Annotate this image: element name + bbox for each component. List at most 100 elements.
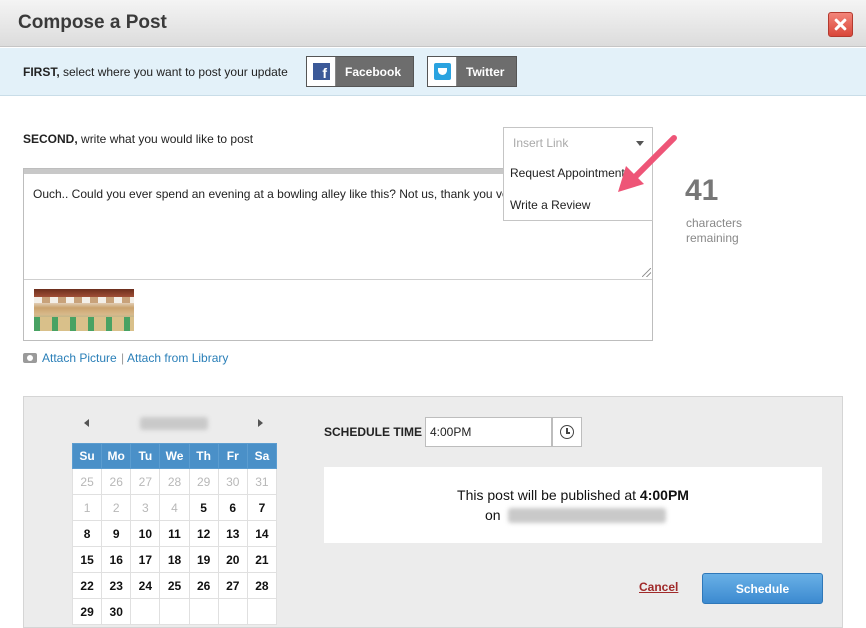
publish-prefix: This post will be published at [457, 487, 640, 503]
calendar-day-cell[interactable]: 12 [188, 520, 219, 547]
second-text: write what you would like to post [77, 132, 254, 146]
calendar-day-cell[interactable]: 28 [159, 468, 190, 495]
calendar-week-row: 1234567 [71, 494, 278, 521]
attach-from-library-link[interactable]: Attach from Library [127, 351, 228, 365]
publish-summary: This post will be published at 4:00PM on [324, 467, 822, 543]
calendar-day-cell[interactable]: 22 [71, 572, 103, 599]
attached-image-thumbnail[interactable] [34, 289, 134, 331]
dialog-title: Compose a Post [18, 12, 167, 33]
calendar-day-cell[interactable]: 26 [188, 572, 219, 599]
first-instruction: FIRST, select where you want to post you… [23, 65, 288, 79]
calendar-month-label [140, 417, 208, 430]
editor-divider [24, 279, 652, 280]
calendar-day-cell[interactable]: 30 [101, 598, 132, 625]
calendar-day-cell[interactable]: 10 [130, 520, 161, 547]
schedule-time-input[interactable] [425, 417, 552, 447]
calendar-body: 25 26 27 28 29 30 31 1 2 3 4 5 6 7 8 9 10 11 12 13 14 15 16 17 1… [71, 468, 278, 625]
calendar-next-icon[interactable] [258, 419, 263, 427]
calendar-day-cell[interactable]: 7 [246, 494, 278, 521]
twitter-icon [434, 63, 451, 80]
calendar-day-cell[interactable]: 19 [188, 546, 219, 573]
calendar-day-cell[interactable]: 29 [71, 598, 103, 625]
calendar-day-cell[interactable]: 15 [71, 546, 103, 573]
calendar-day-cell[interactable]: 25 [159, 572, 190, 599]
insert-link-placeholder: Insert Link [513, 136, 569, 150]
calendar-grid: Su Mo Tu We Th Fr Sa 25 26 27 28 29 30 31 1 2 3 4 5… [71, 443, 278, 625]
calendar-day-cell[interactable]: 31 [246, 468, 278, 495]
schedule-button[interactable]: Schedule [702, 573, 823, 604]
publish-date-blurred [508, 508, 666, 523]
calendar-day-cell[interactable]: 6 [217, 494, 248, 521]
menu-item-write-review[interactable]: Write a Review [510, 198, 590, 212]
calendar-day-cell [188, 598, 219, 625]
calendar-day-cell [217, 598, 248, 625]
publish-time: 4:00PM [639, 487, 689, 503]
calendar-day-cell[interactable]: 14 [246, 520, 278, 547]
calendar-day-cell [246, 598, 278, 625]
second-instruction: SECOND, write what you would like to pos… [23, 132, 253, 146]
attach-picture-link[interactable]: Attach Picture [42, 351, 117, 365]
twitter-label: Twitter [466, 65, 505, 79]
network-select-bar: FIRST, select where you want to post you… [0, 48, 866, 96]
weekday-header: Tu [130, 443, 161, 469]
clock-icon [560, 425, 574, 439]
annotation-arrow-icon [618, 135, 677, 192]
cancel-button[interactable]: Cancel [639, 580, 678, 594]
first-text: select where you want to post your updat… [59, 65, 288, 79]
calendar-prev-icon[interactable] [84, 419, 89, 427]
calendar-day-cell[interactable]: 30 [217, 468, 248, 495]
calendar-day-cell[interactable]: 29 [188, 468, 219, 495]
calendar-day-cell[interactable]: 27 [217, 572, 248, 599]
calendar-day-cell[interactable]: 25 [71, 468, 103, 495]
schedule-panel: Su Mo Tu We Th Fr Sa 25 26 27 28 29 30 31 1 2 3 4 5… [23, 396, 843, 628]
calendar-day-cell[interactable]: 13 [217, 520, 248, 547]
calendar-day-cell [159, 598, 190, 625]
calendar-day-cell[interactable]: 18 [159, 546, 190, 573]
facebook-icon: f [313, 63, 330, 81]
facebook-icon-wrap: f [307, 57, 336, 86]
calendar-day-cell[interactable]: 2 [101, 494, 132, 521]
calendar-weekday-row: Su Mo Tu We Th Fr Sa [71, 443, 278, 469]
twitter-button[interactable]: Twitter [427, 56, 517, 87]
weekday-header: Th [188, 443, 219, 469]
calendar-week-row: 22 23 24 25 26 27 28 [71, 572, 278, 599]
twitter-icon-wrap [428, 57, 457, 86]
time-picker-button[interactable] [552, 417, 582, 447]
calendar-day-cell[interactable]: 26 [101, 468, 132, 495]
schedule-time-label: SCHEDULE TIME [324, 425, 423, 439]
characters-remaining-label: characters remaining [686, 216, 743, 245]
calendar-day-cell[interactable]: 20 [217, 546, 248, 573]
calendar-day-cell[interactable]: 9 [101, 520, 132, 547]
weekday-header: We [159, 443, 190, 469]
calendar-day-cell [130, 598, 161, 625]
calendar-day-cell[interactable]: 17 [130, 546, 161, 573]
first-bold: FIRST, [23, 65, 60, 79]
calendar-day-cell[interactable]: 27 [130, 468, 161, 495]
calendar-day-cell[interactable]: 23 [101, 572, 132, 599]
calendar-day-cell[interactable]: 21 [246, 546, 278, 573]
facebook-button[interactable]: f Facebook [306, 56, 414, 87]
calendar-day-cell[interactable]: 5 [188, 494, 219, 521]
calendar-day-cell[interactable]: 1 [71, 494, 103, 521]
calendar-day-cell[interactable]: 4 [159, 494, 190, 521]
calendar-day-cell[interactable]: 28 [246, 572, 278, 599]
post-textarea[interactable]: Ouch.. Could you ever spend an evening a… [33, 187, 553, 201]
characters-remaining-count: 41 [685, 174, 719, 207]
calendar-week-row: 29 30 [71, 598, 278, 625]
calendar-day-cell[interactable]: 24 [130, 572, 161, 599]
calendar-day-cell[interactable]: 8 [71, 520, 103, 547]
weekday-header: Mo [101, 443, 132, 469]
calendar-day-cell[interactable]: 16 [101, 546, 132, 573]
calendar-day-cell[interactable]: 3 [130, 494, 161, 521]
facebook-label: Facebook [345, 65, 402, 79]
attach-separator: | [121, 351, 125, 365]
second-bold: SECOND, [23, 132, 78, 146]
weekday-header: Sa [246, 443, 278, 469]
publish-summary-line: This post will be published at 4:00PM [324, 487, 822, 503]
resize-handle-icon[interactable] [642, 268, 651, 277]
dialog-titlebar: Compose a Post [0, 0, 866, 47]
close-icon[interactable] [828, 12, 853, 37]
weekday-header: Su [71, 443, 103, 469]
calendar-week-row: 8 9 10 11 12 13 14 [71, 520, 278, 547]
calendar-day-cell[interactable]: 11 [159, 520, 190, 547]
